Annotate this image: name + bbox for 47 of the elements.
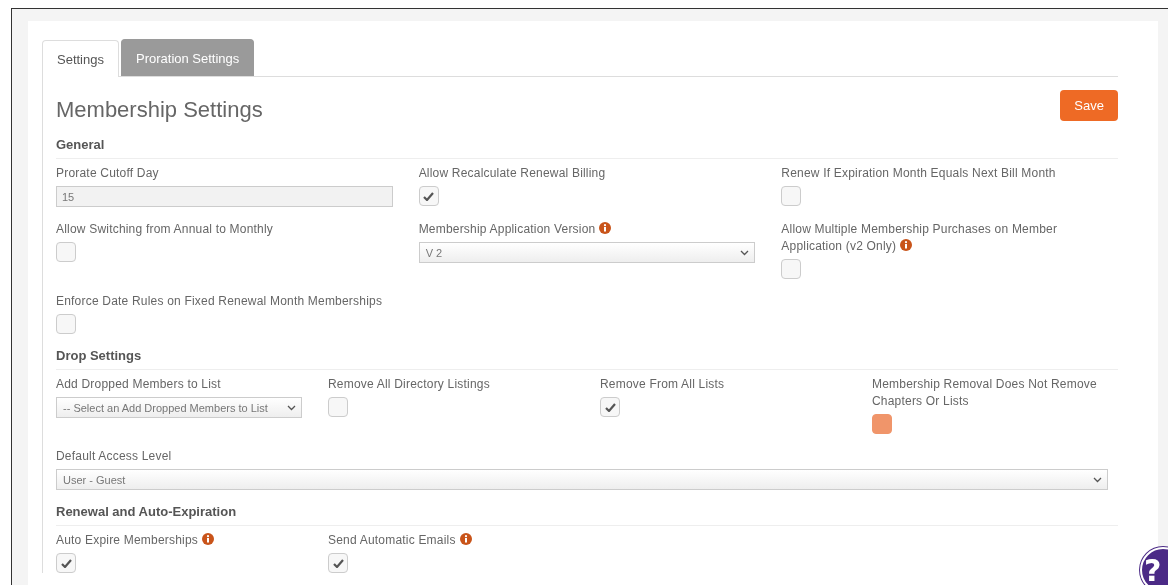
checkbox[interactable] (600, 397, 620, 417)
field-label: Remove From All Lists (600, 376, 726, 393)
text-field[interactable]: 15 (56, 186, 393, 207)
field-label: Add Dropped Members to List (56, 376, 222, 393)
checkbox[interactable] (418, 186, 439, 206)
field-label: Default Access Level (56, 448, 173, 465)
checkbox[interactable] (56, 242, 76, 262)
info-icon (599, 222, 612, 234)
checkbox[interactable] (872, 414, 892, 434)
checkbox[interactable] (781, 186, 802, 206)
save-button[interactable]: Save (1060, 90, 1118, 121)
section-heading: Renewal and Auto-Expiration (56, 504, 1118, 526)
section-heading: Drop Settings (56, 348, 1118, 370)
checkbox[interactable] (56, 314, 76, 334)
info-icon (900, 239, 913, 251)
chevron-down-icon (287, 404, 296, 411)
field-label: Membership Removal Does Not Remove Chapters Or Lists (872, 376, 1098, 410)
tab[interactable]: Settings (42, 40, 119, 77)
select-dropdown[interactable]: -- Select an Add Dropped Members to List (56, 397, 302, 418)
field-label: Allow Switching from Annual to Monthly (56, 221, 275, 238)
field-label: Auto Expire Memberships (56, 532, 302, 549)
checkmark-icon (332, 558, 344, 568)
checkbox[interactable] (781, 259, 802, 279)
field-label: Allow Multiple Membership Purchases on Member Application (v2 Only) (781, 221, 1059, 255)
field-label: Remove All Directory Listings (328, 376, 491, 393)
checkmark-icon (423, 191, 435, 201)
field-label: Prorate Cutoff Day (56, 165, 160, 182)
checkbox[interactable] (328, 553, 348, 573)
checkbox[interactable] (328, 397, 348, 417)
checkbox[interactable] (56, 553, 76, 573)
help-button[interactable]: ? (1140, 547, 1168, 585)
page-title: Membership Settings (56, 97, 263, 123)
chevron-down-icon (740, 249, 750, 256)
checkmark-icon (604, 402, 616, 412)
chevron-down-icon (1093, 476, 1102, 483)
info-icon (459, 533, 472, 545)
field-label: Membership Application Version (418, 221, 756, 238)
field-label: Renew If Expiration Month Equals Next Bill Month (781, 165, 1057, 182)
tab[interactable]: Proration Settings (121, 39, 255, 76)
info-icon (202, 533, 214, 545)
select-dropdown[interactable]: User - Guest (56, 469, 1108, 490)
field-label: Send Automatic Emails (328, 532, 574, 549)
checkmark-icon (60, 558, 72, 568)
section-heading: General (56, 137, 1118, 159)
field-label: Enforce Date Rules on Fixed Renewal Month Memberships (56, 293, 384, 310)
select-dropdown[interactable]: V 2 (418, 242, 756, 263)
field-label: Allow Recalculate Renewal Billing (418, 165, 607, 182)
